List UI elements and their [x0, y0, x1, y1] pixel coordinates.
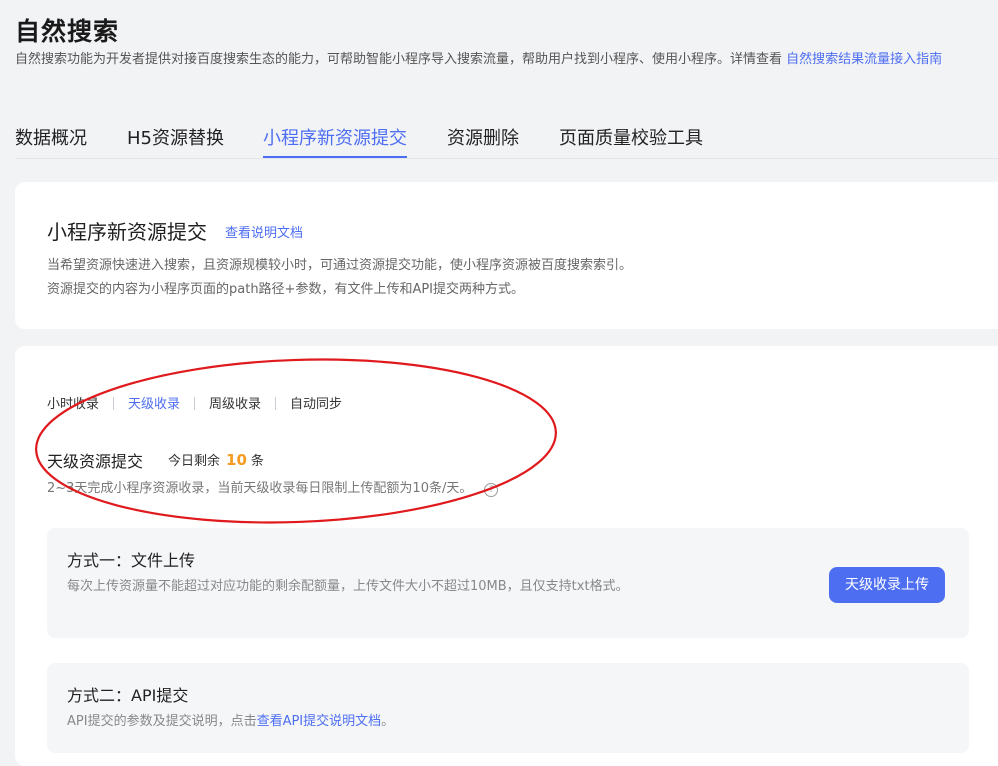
subtab-divider	[275, 397, 277, 410]
tab-new-resource-submit[interactable]: 小程序新资源提交	[263, 124, 407, 158]
remaining-prefix: 今日剩余	[168, 454, 221, 469]
frequency-subtabs: 小时收录 天级收录 周级收录 自动同步	[47, 393, 342, 412]
section-description-text: 2~3天完成小程序资源收录，当前天级收录每日限制上传配额为10条/天。	[47, 481, 473, 496]
tab-data-overview[interactable]: 数据概况	[15, 124, 87, 150]
subtab-daily[interactable]: 天级收录	[128, 393, 180, 412]
question-circle-icon[interactable]: ?	[484, 483, 499, 497]
method-2-desc-text: API提交的参数及提交说明，点击	[67, 714, 257, 729]
method-1-title: 方式一：文件上传	[67, 551, 196, 570]
traffic-guide-link[interactable]: 自然搜索结果流量接入指南	[786, 52, 942, 67]
intro-card: 小程序新资源提交 查看说明文档 当希望资源快速进入搜索，且资源规模较小时，可通过…	[15, 182, 998, 329]
intro-line-2: 资源提交的内容为小程序页面的path路径+参数，有文件上传和API提交两种方式。	[47, 282, 525, 297]
section-title: 天级资源提交	[47, 452, 144, 471]
tab-page-quality-tool[interactable]: 页面质量校验工具	[559, 124, 703, 150]
daily-upload-button[interactable]: 天级收录上传	[829, 567, 945, 603]
method-api-submit: 方式二：API提交 API提交的参数及提交说明，点击查看API提交说明文档。	[47, 663, 969, 753]
view-doc-link[interactable]: 查看说明文档	[225, 222, 303, 241]
main-tabs: 数据概况 H5资源替换 小程序新资源提交 资源删除 页面质量校验工具	[15, 118, 998, 159]
api-doc-link[interactable]: 查看API提交说明文档	[257, 714, 382, 729]
subtab-hourly[interactable]: 小时收录	[47, 393, 99, 412]
remaining-quota: 今日剩余 10 条	[168, 450, 264, 469]
remaining-suffix: 条	[250, 454, 264, 469]
tab-resource-delete[interactable]: 资源删除	[447, 124, 519, 150]
submit-card: 小时收录 天级收录 周级收录 自动同步 天级资源提交 今日剩余 10 条 2~3天完成小程…	[15, 346, 998, 766]
method-2-desc: API提交的参数及提交说明，点击查看API提交说明文档。	[67, 710, 394, 729]
remaining-count: 10	[226, 451, 247, 469]
subtab-auto-sync[interactable]: 自动同步	[290, 393, 342, 412]
page-description: 自然搜索功能为开发者提供对接百度搜索生态的能力，可帮助智能小程序导入搜索流量，帮…	[15, 48, 995, 72]
subtab-weekly[interactable]: 周级收录	[209, 393, 261, 412]
method-file-upload: 方式一：文件上传 每次上传资源量不能超过对应功能的剩余配额量，上传文件大小不超过…	[47, 528, 969, 638]
method-1-desc: 每次上传资源量不能超过对应功能的剩余配额量，上传文件大小不超过10MB，且仅支持…	[67, 579, 629, 594]
subtab-divider	[194, 397, 196, 410]
method-2-title: 方式二：API提交	[67, 686, 189, 705]
subtab-divider	[113, 397, 115, 410]
intro-line-1: 当希望资源快速进入搜索，且资源规模较小时，可通过资源提交功能，使小程序资源被百度…	[47, 258, 633, 273]
page-description-text: 自然搜索功能为开发者提供对接百度搜索生态的能力，可帮助智能小程序导入搜索流量，帮…	[15, 52, 783, 67]
intro-title: 小程序新资源提交	[47, 220, 207, 244]
section-description: 2~3天完成小程序资源收录，当前天级收录每日限制上传配额为10条/天。?	[47, 477, 499, 497]
method-2-desc-suffix: 。	[381, 714, 395, 729]
tab-h5-replace[interactable]: H5资源替换	[127, 124, 224, 150]
page-title: 自然搜索	[15, 17, 120, 46]
